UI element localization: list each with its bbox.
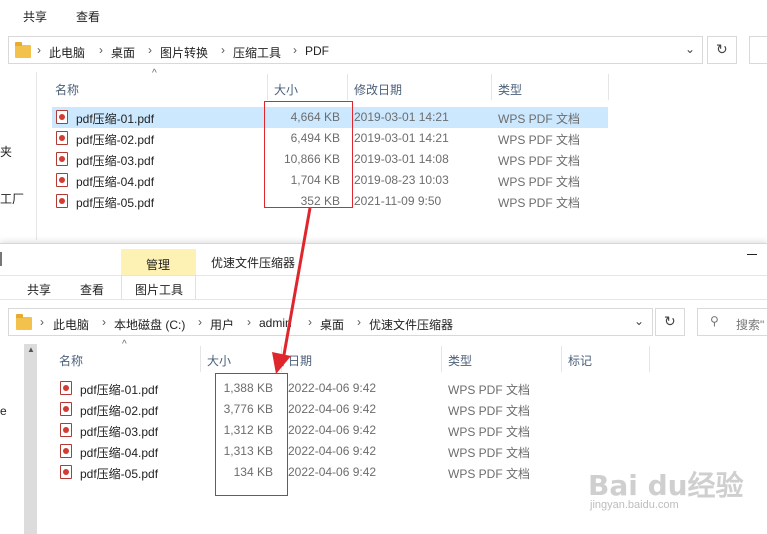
red-arrow-overlay <box>272 207 312 374</box>
arrow-head-icon <box>272 352 291 374</box>
arrow-shaft <box>280 207 312 367</box>
